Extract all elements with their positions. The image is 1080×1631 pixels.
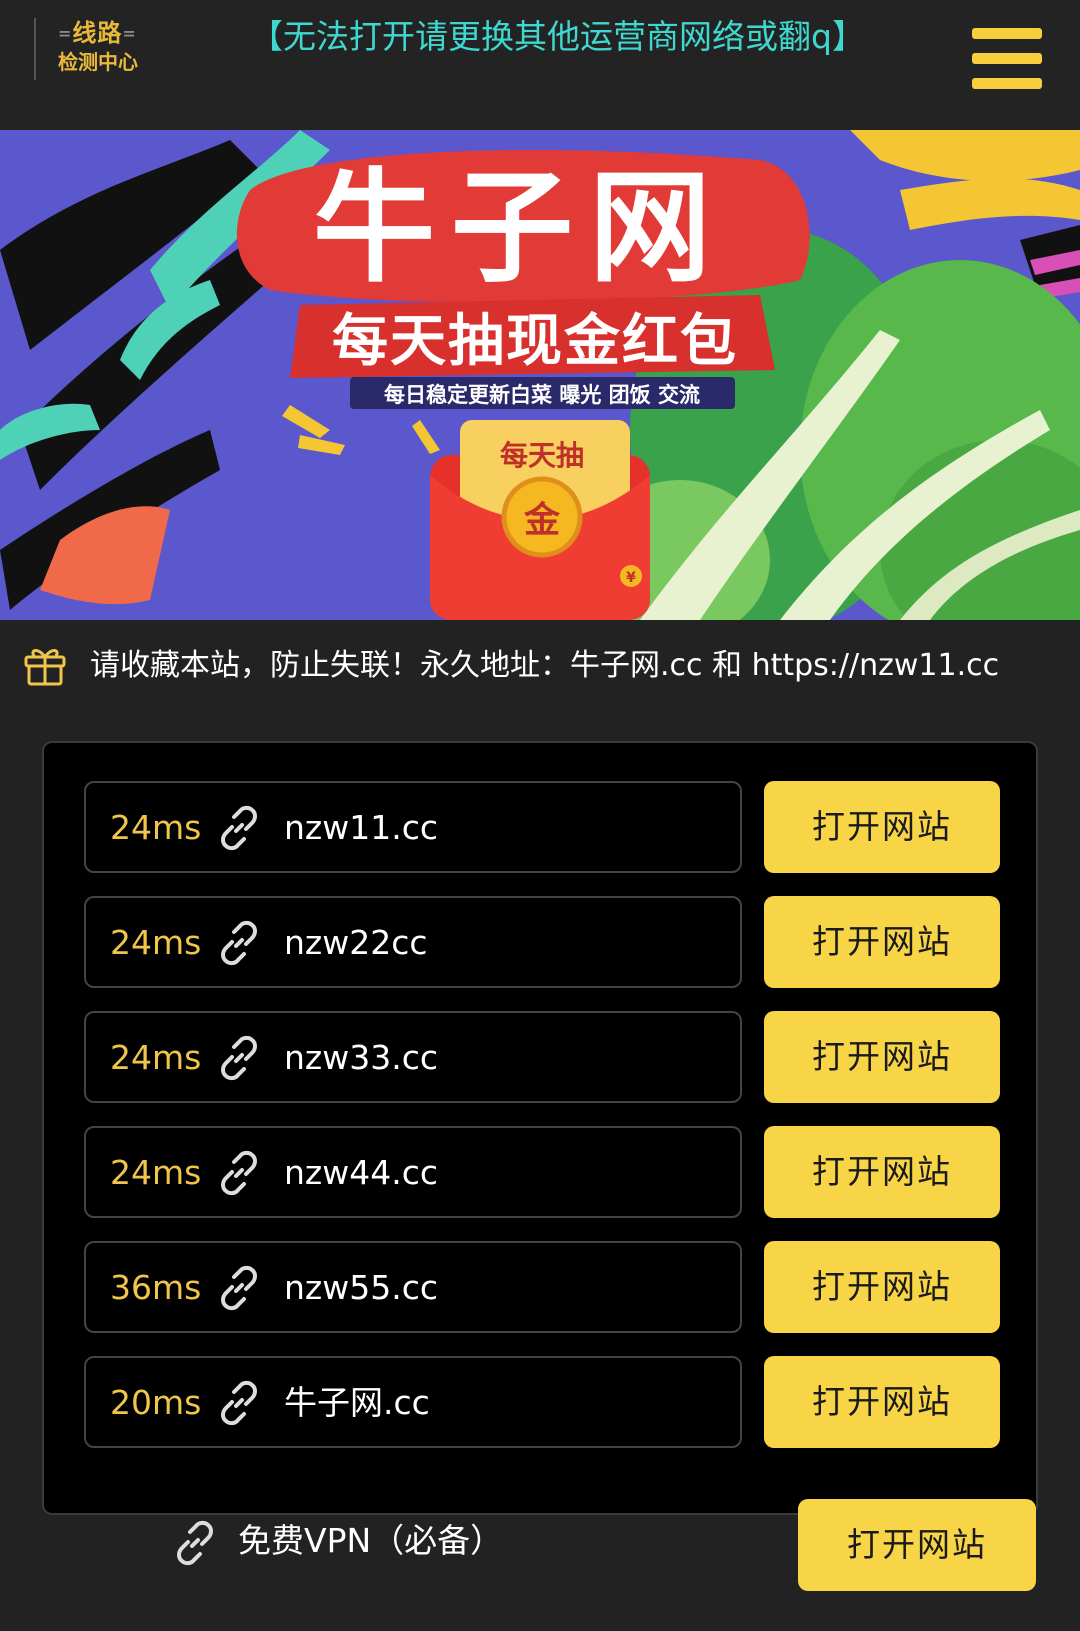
site-url: 牛子网.cc — [284, 1383, 430, 1422]
open-vpn-button[interactable]: 打开网站 — [798, 1499, 1036, 1591]
yen-sign: ¥ — [626, 570, 636, 586]
line-row: 24ms nzw22cc 打开网站 — [84, 896, 1002, 988]
url-box[interactable]: 24ms nzw11.cc — [84, 781, 742, 873]
open-site-button[interactable]: 打开网站 — [764, 1356, 1000, 1448]
latency-value: 20ms — [110, 1383, 202, 1422]
line-row: 36ms nzw55.cc 打开网站 — [84, 1241, 1002, 1333]
latency-value: 24ms — [110, 1038, 202, 1077]
site-url: nzw55.cc — [284, 1268, 438, 1307]
link-icon — [221, 1150, 257, 1196]
envelope-label: 每天抽 — [500, 439, 584, 472]
latency-value: 24ms — [110, 923, 202, 962]
site-url: nzw11.cc — [284, 808, 438, 847]
link-icon — [221, 805, 257, 851]
line-row: 24ms nzw33.cc 打开网站 — [84, 1011, 1002, 1103]
url-box[interactable]: 24ms nzw44.cc — [84, 1126, 742, 1218]
url-box[interactable]: 24ms nzw22cc — [84, 896, 742, 988]
banner-artwork: 牛子网 每天抽现金红包 每日稳定更新白菜 曝光 团饭 交流 每天抽 金 ¥ — [0, 130, 1080, 620]
banner-title: 牛子网 — [313, 157, 727, 299]
link-icon — [221, 1265, 257, 1311]
coin-label: 金 — [523, 499, 561, 541]
vpn-label: 免费VPN（必备） — [238, 1521, 504, 1560]
vpn-row: 免费VPN（必备） 打开网站 — [0, 1490, 1080, 1600]
open-site-button[interactable]: 打开网站 — [764, 1126, 1000, 1218]
link-icon — [177, 1520, 213, 1566]
bookmark-text: 请收藏本站，防止失联！永久地址：牛子网.cc 和 https://nzw11.c… — [90, 648, 1000, 683]
open-site-button[interactable]: 打开网站 — [764, 781, 1000, 873]
network-notice: 【无法打开请更换其他运营商网络或翻q】 — [250, 17, 865, 56]
open-site-button[interactable]: 打开网站 — [764, 1011, 1000, 1103]
latency-value: 24ms — [110, 1153, 202, 1192]
open-site-button[interactable]: 打开网站 — [764, 896, 1000, 988]
logo-line1: 线路 — [72, 19, 123, 47]
site-url: nzw22cc — [284, 923, 428, 962]
line-row: 24ms nzw11.cc 打开网站 — [84, 781, 1002, 873]
latency-value: 36ms — [110, 1268, 202, 1307]
open-site-button[interactable]: 打开网站 — [764, 1241, 1000, 1333]
site-url: nzw33.cc — [284, 1038, 438, 1077]
link-icon — [221, 920, 257, 966]
url-box[interactable]: 24ms nzw33.cc — [84, 1011, 742, 1103]
gift-icon — [24, 649, 66, 686]
line-row: 20ms 牛子网.cc 打开网站 — [84, 1356, 1002, 1448]
menu-icon[interactable] — [972, 28, 1044, 92]
line-row: 24ms nzw44.cc 打开网站 — [84, 1126, 1002, 1218]
bookmark-notice: 请收藏本站，防止失联！永久地址：牛子网.cc 和 https://nzw11.c… — [0, 620, 1080, 715]
promo-banner[interactable]: 牛子网 每天抽现金红包 每日稳定更新白菜 曝光 团饭 交流 每天抽 金 ¥ — [0, 130, 1080, 620]
banner-tagline: 每日稳定更新白菜 曝光 团饭 交流 — [384, 383, 700, 407]
latency-value: 24ms — [110, 808, 202, 847]
url-box[interactable]: 20ms 牛子网.cc — [84, 1356, 742, 1448]
logo[interactable]: =线路= 检测中心 — [34, 18, 164, 80]
logo-line2: 检测中心 — [58, 50, 138, 74]
link-icon — [221, 1380, 257, 1426]
header: =线路= 检测中心 【无法打开请更换其他运营商网络或翻q】 — [0, 0, 1080, 130]
site-url: nzw44.cc — [284, 1153, 438, 1192]
banner-subtitle: 每天抽现金红包 — [332, 309, 738, 374]
line-list-panel: 24ms nzw11.cc 打开网站 24ms nzw22cc 打开网站 24m… — [42, 741, 1038, 1515]
link-icon — [221, 1035, 257, 1081]
url-box[interactable]: 36ms nzw55.cc — [84, 1241, 742, 1333]
